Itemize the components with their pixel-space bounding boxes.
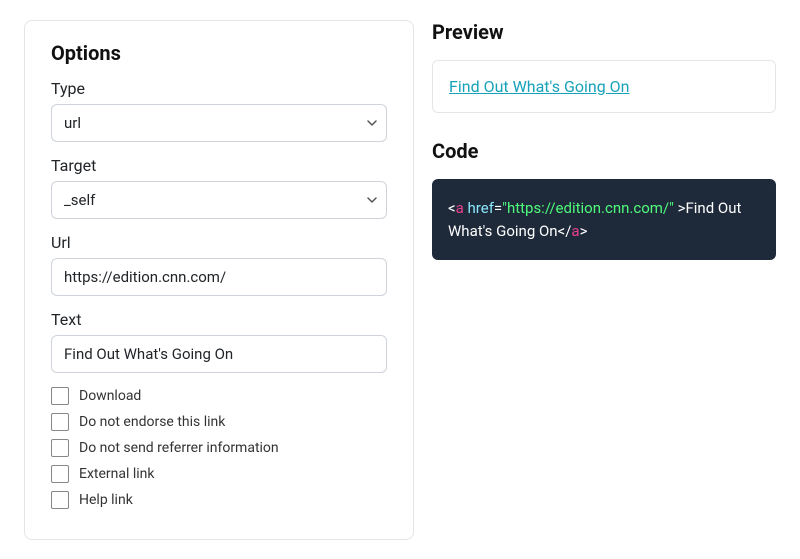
options-column: Options Type Target [24,20,414,540]
preview-box: Find Out What's Going On [432,60,776,113]
label-text: Text [51,310,387,329]
select-target[interactable] [51,181,387,219]
label-type: Type [51,79,387,98]
checkbox-nofollow-label: Do not endorse this link [79,414,225,430]
preview-link[interactable]: Find Out What's Going On [449,77,629,96]
field-text: Text [51,310,387,373]
code-token: a [456,199,464,217]
select-type[interactable] [51,104,387,142]
checkbox-nofollow[interactable] [51,413,69,431]
code-token: href [468,199,494,217]
check-noreferrer: Do not send referrer information [51,439,387,457]
input-text[interactable] [51,335,387,373]
app-container: Options Type Target [24,20,776,540]
code-token: > [674,199,686,217]
options-card: Options Type Target [24,20,414,540]
checkbox-download[interactable] [51,387,69,405]
checkbox-external-label: External link [79,466,155,482]
checkbox-download-label: Download [79,388,141,404]
code-token: < [448,199,456,217]
code-token: a [571,222,579,240]
field-url: Url [51,233,387,296]
checkbox-noreferrer-label: Do not send referrer information [79,440,279,456]
code-token: > [580,222,588,240]
select-target-wrap [51,181,387,219]
checkbox-external[interactable] [51,465,69,483]
input-url[interactable] [51,258,387,296]
code-token: </ [558,222,572,240]
checkbox-help[interactable] [51,491,69,509]
select-type-wrap [51,104,387,142]
preview-title: Preview [432,20,776,44]
code-title: Code [432,139,776,163]
field-target: Target [51,156,387,219]
label-target: Target [51,156,387,175]
check-external: External link [51,465,387,483]
field-type: Type [51,79,387,142]
right-column: Preview Find Out What's Going On Code <a… [432,20,776,540]
options-title: Options [51,41,387,65]
checkbox-group: Download Do not endorse this link Do not… [51,387,387,509]
check-nofollow: Do not endorse this link [51,413,387,431]
check-help: Help link [51,491,387,509]
label-url: Url [51,233,387,252]
checkbox-help-label: Help link [79,492,133,508]
code-token: = [494,199,502,217]
checkbox-noreferrer[interactable] [51,439,69,457]
code-token: "https://edition.cnn.com/" [502,199,674,217]
check-download: Download [51,387,387,405]
code-box: <a href="https://edition.cnn.com/" >Find… [432,179,776,260]
